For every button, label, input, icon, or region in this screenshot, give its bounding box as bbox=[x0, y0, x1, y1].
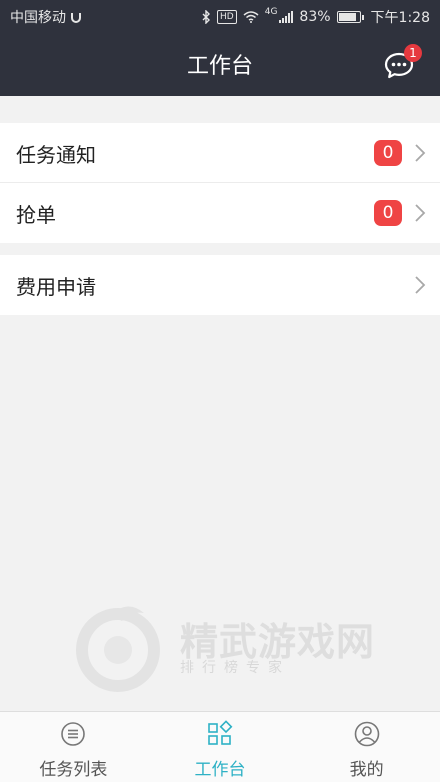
menu-item-label: 任务通知 bbox=[16, 143, 96, 167]
battery-icon bbox=[336, 11, 364, 23]
tab-task-list[interactable]: 任务列表 bbox=[0, 712, 147, 782]
battery-fill bbox=[338, 13, 356, 21]
count-badge: 0 bbox=[374, 200, 402, 226]
tab-label: 任务列表 bbox=[39, 760, 108, 780]
watermark: 精武游戏网 排行榜专家 bbox=[70, 595, 420, 695]
bluetooth-icon bbox=[202, 10, 211, 24]
tab-workbench[interactable]: 工作台 bbox=[147, 712, 294, 782]
tab-profile[interactable]: 我的 bbox=[293, 712, 440, 782]
carrier-logo-icon bbox=[71, 13, 81, 23]
messages-button[interactable]: 1 bbox=[384, 44, 422, 80]
list-icon bbox=[61, 722, 86, 746]
tab-label: 我的 bbox=[349, 760, 384, 780]
menu-group-expense: 费用申请 bbox=[0, 255, 440, 315]
tab-label: 工作台 bbox=[194, 760, 246, 780]
menu-item-task-notice[interactable]: 任务通知 0 bbox=[0, 123, 440, 183]
wifi-icon bbox=[243, 11, 259, 23]
carrier-label: 中国移动 bbox=[10, 10, 66, 26]
network-label: 4G bbox=[264, 7, 278, 17]
profile-icon bbox=[354, 721, 379, 747]
battery-percent: 83% bbox=[299, 9, 331, 25]
signal-icon bbox=[279, 11, 294, 23]
watermark-logo-icon bbox=[76, 606, 160, 692]
message-count-badge: 1 bbox=[404, 44, 422, 62]
menu-item-grab-order[interactable]: 抢单 0 bbox=[0, 183, 440, 243]
watermark-subtitle: 排行榜专家 bbox=[180, 660, 290, 676]
menu-item-label: 费用申请 bbox=[16, 275, 96, 299]
top-bar: 中国移动 HD 4G 83% 下午1:28 工作台 1 bbox=[0, 0, 440, 96]
count-badge: 0 bbox=[374, 140, 402, 166]
tab-bar: 任务列表 工作台 我的 bbox=[0, 711, 440, 782]
workbench-icon bbox=[208, 720, 233, 745]
page-title: 工作台 bbox=[186, 54, 253, 79]
chevron-right-icon bbox=[415, 276, 426, 294]
menu-group-tasks: 任务通知 0 抢单 0 bbox=[0, 123, 440, 243]
menu-item-label: 抢单 bbox=[16, 203, 56, 227]
clock: 下午1:28 bbox=[370, 10, 430, 26]
menu-item-expense-request[interactable]: 费用申请 bbox=[0, 255, 440, 315]
chevron-right-icon bbox=[415, 204, 426, 222]
chevron-right-icon bbox=[415, 144, 426, 162]
hd-badge: HD bbox=[217, 10, 237, 24]
status-bar: 中国移动 HD 4G 83% 下午1:28 bbox=[0, 0, 440, 32]
